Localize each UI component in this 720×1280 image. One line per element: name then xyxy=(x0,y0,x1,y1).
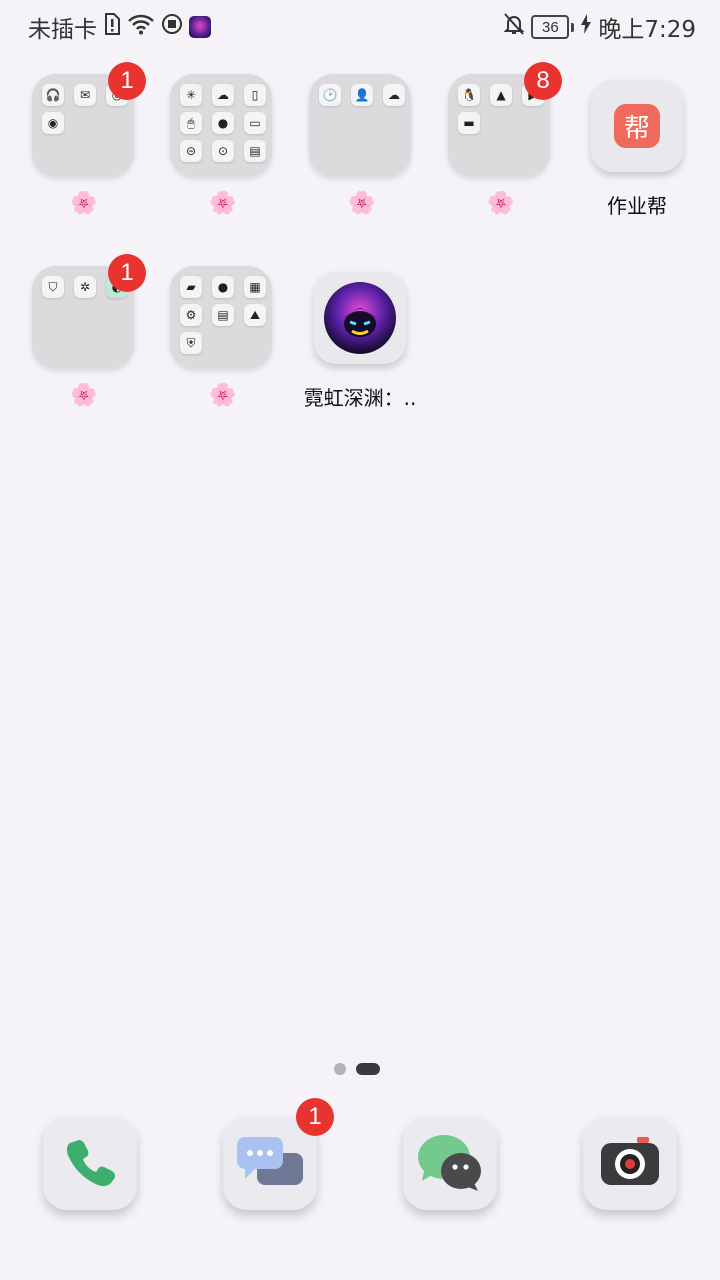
cloud-icon: ☁ xyxy=(212,84,234,106)
phone-app[interactable] xyxy=(43,1116,137,1210)
drawer-icon: ▰ xyxy=(180,276,202,298)
folder-4-badge: 8 xyxy=(524,62,562,100)
app-folder-2[interactable]: ✳ ☁ ▯ 🖱 ● ▭ ⊝ ⊙ ▤ xyxy=(170,74,272,176)
clock-app-icon: 🕑 xyxy=(319,84,341,106)
contacts-icon: 👤 xyxy=(351,84,373,106)
clock-text: 晚上7:29 xyxy=(598,17,696,43)
carrier-text: 未插卡 xyxy=(28,17,97,43)
page-indicator[interactable] xyxy=(334,1063,380,1075)
zuoyebang-app[interactable]: 帮 xyxy=(591,80,683,172)
gallery-icon: ⛰ xyxy=(244,304,266,326)
mail-icon: ✉ xyxy=(74,84,96,106)
page-dot-1[interactable] xyxy=(334,1063,346,1075)
security-icon: ⛨ xyxy=(180,332,202,354)
phone-icon xyxy=(66,1139,116,1187)
folder-5-flower-icon: 🌸 xyxy=(70,383,98,408)
messages-icon xyxy=(237,1137,303,1185)
settings-gear-icon: ⚙ xyxy=(180,304,202,326)
neon-abyss-icon xyxy=(324,282,396,354)
wechat-icon xyxy=(418,1135,481,1191)
document-icon: ▤ xyxy=(212,304,234,326)
shield-icon: ⛉ xyxy=(42,276,64,298)
mute-bell-icon xyxy=(503,12,525,42)
game-notification-icon xyxy=(189,16,211,38)
folder-1-badge: 1 xyxy=(108,62,146,100)
wifi-icon xyxy=(127,13,155,41)
sparkle-icon: ✲ xyxy=(74,276,96,298)
neon-abyss-app[interactable] xyxy=(314,272,406,364)
phone-device-icon: ▯ xyxy=(244,84,266,106)
page-dot-2-active[interactable] xyxy=(356,1063,380,1075)
camera-icon xyxy=(601,1137,659,1185)
record-icon xyxy=(161,13,183,41)
messages-badge: 1 xyxy=(296,1098,334,1136)
mouse-icon: 🖱 xyxy=(180,112,202,134)
battery-tip xyxy=(571,22,575,32)
record-app-icon: ⊙ xyxy=(212,140,234,162)
browser-icon: ◉ xyxy=(42,112,64,134)
zuoyebang-label: 作业帮 xyxy=(607,194,667,218)
cloud-drive-icon: ☁ xyxy=(383,84,405,106)
snowflake-icon: ✳ xyxy=(180,84,202,106)
app-folder-3[interactable]: 🕑 👤 ☁ xyxy=(309,74,411,176)
folder-6-flower-icon: 🌸 xyxy=(209,383,237,408)
qq-penguin-icon: 🐧 xyxy=(458,84,480,106)
filter-icon: ⊝ xyxy=(180,140,202,162)
status-bar: 未插卡 36 晚上7:29 xyxy=(0,0,720,50)
shopping-icon: ▲ xyxy=(490,84,512,106)
camera-lens-icon: ● xyxy=(212,112,234,134)
charging-icon xyxy=(580,13,592,41)
no-sim-icon xyxy=(103,13,121,41)
wechat-app[interactable] xyxy=(403,1116,497,1210)
folder-5-badge: 1 xyxy=(108,254,146,292)
headset-icon: 🎧 xyxy=(42,84,64,106)
battery-indicator: 36 xyxy=(531,15,570,39)
tablet-icon: ▭ xyxy=(244,112,266,134)
neon-abyss-label: 霓虹深渊：.. xyxy=(303,386,417,410)
folder-4-flower-icon: 🌸 xyxy=(487,191,515,216)
black-circle-icon: ● xyxy=(212,276,234,298)
calendar-icon: ▦ xyxy=(244,276,266,298)
zuoyebang-icon: 帮 xyxy=(614,104,660,148)
notes-icon: ▬ xyxy=(458,112,480,134)
folder-3-flower-icon: 🌸 xyxy=(348,191,376,216)
app-folder-6[interactable]: ▰ ● ▦ ⚙ ▤ ⛰ ⛨ xyxy=(170,266,272,368)
folder-1-flower-icon: 🌸 xyxy=(70,191,98,216)
camera-app[interactable] xyxy=(583,1116,677,1210)
folder-2-flower-icon: 🌸 xyxy=(209,191,237,216)
sim-card-icon: ▤ xyxy=(244,140,266,162)
